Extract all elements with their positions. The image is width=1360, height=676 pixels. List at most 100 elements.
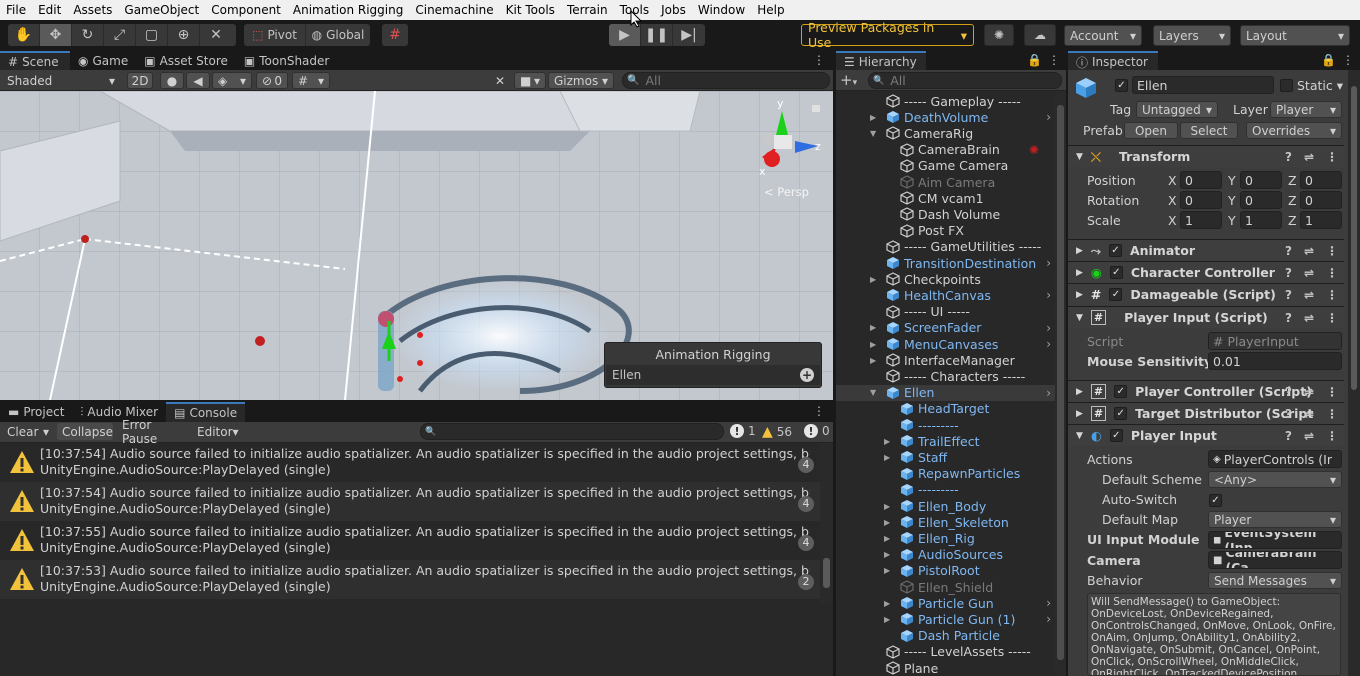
component-checkbox[interactable]: ✓ bbox=[1109, 429, 1123, 442]
hierarchy-item[interactable]: ▶ MenuCanvases › bbox=[836, 336, 1055, 352]
grid-snap-button[interactable]: # bbox=[382, 24, 408, 46]
effects-dropdown[interactable]: ◈ ▾ bbox=[212, 72, 252, 89]
more-icon[interactable]: ⋮ bbox=[1326, 244, 1338, 258]
hierarchy-item[interactable]: ▶ TrailEffect bbox=[836, 433, 1055, 449]
add-icon[interactable]: + bbox=[800, 368, 814, 382]
tab-project[interactable]: ▬ Project bbox=[0, 402, 72, 422]
pivot-button[interactable]: ⬚ Pivot bbox=[244, 24, 306, 46]
actions-field[interactable]: ◈ PlayerControls (Ir bbox=[1208, 450, 1342, 468]
hierarchy-item[interactable]: ▶ Particle Gun (1) › bbox=[836, 611, 1055, 627]
hierarchy-item[interactable]: ▶ Ellen_Skeleton bbox=[836, 514, 1055, 530]
component-checkbox[interactable]: ✓ bbox=[1109, 288, 1123, 301]
hierarchy-item[interactable]: CameraBrain ✺ bbox=[836, 142, 1055, 158]
scene-viewport[interactable]: y z x < Persp Animation Rigging Ellen + bbox=[0, 91, 833, 400]
hierarchy-item[interactable]: Dash Volume bbox=[836, 206, 1055, 222]
default-scheme-dropdown[interactable]: <Any> ▾ bbox=[1208, 471, 1342, 488]
hierarchy-item[interactable]: ▶ ScreenFader › bbox=[836, 320, 1055, 336]
editor-dropdown[interactable]: Editor ▾ bbox=[192, 423, 240, 440]
fold-right-icon[interactable]: ▶ bbox=[884, 599, 890, 608]
hidden-objects-toggle[interactable]: ⊘ 0 bbox=[256, 72, 288, 89]
transform-rotation-z-input[interactable]: 0 bbox=[1300, 191, 1342, 209]
more-icon[interactable]: ⋮ bbox=[813, 53, 825, 67]
hierarchy-item[interactable]: Aim Camera bbox=[836, 174, 1055, 190]
chevron-right-icon[interactable]: › bbox=[1046, 288, 1051, 302]
clear-dropdown[interactable]: Clear ▾ bbox=[2, 423, 54, 440]
hierarchy-item[interactable]: HeadTarget bbox=[836, 401, 1055, 417]
chevron-right-icon[interactable]: › bbox=[1046, 612, 1051, 626]
help-icon[interactable]: ? bbox=[1285, 407, 1292, 421]
transform-rotation-x-input[interactable]: 0 bbox=[1180, 191, 1222, 209]
console-entry[interactable]: [10:37:54] Audio source failed to initia… bbox=[0, 443, 820, 482]
hierarchy-search-input[interactable]: 🔍 All bbox=[868, 72, 1062, 89]
player-controller-header[interactable]: ▶ # ✓ Player Controller (Script) ? ⇌ ⋮ bbox=[1068, 380, 1344, 402]
hierarchy-item[interactable]: ▼ Ellen › bbox=[836, 384, 1055, 401]
hierarchy-item[interactable]: Dash Particle bbox=[836, 628, 1055, 644]
axis-x-label[interactable]: X bbox=[1168, 193, 1177, 208]
scrollbar-thumb[interactable] bbox=[1057, 105, 1064, 660]
hierarchy-item[interactable]: ▶ PistolRoot bbox=[836, 563, 1055, 579]
fold-right-icon[interactable]: ▶ bbox=[870, 340, 876, 349]
static-dropdown[interactable]: Static ▾ bbox=[1297, 78, 1343, 93]
component-checkbox[interactable]: ✓ bbox=[1114, 385, 1128, 398]
menu-item[interactable]: Terrain bbox=[561, 3, 614, 17]
tab-inspector[interactable]: ⓘ Inspector bbox=[1068, 51, 1158, 71]
console-search-input[interactable]: 🔍 bbox=[420, 423, 724, 440]
tab-scene[interactable]: # Scene bbox=[0, 51, 70, 71]
hierarchy-item[interactable]: Game Camera bbox=[836, 158, 1055, 174]
chevron-right-icon[interactable]: › bbox=[1046, 596, 1051, 610]
hierarchy-item[interactable]: ▶ Checkpoints bbox=[836, 271, 1055, 287]
gizmos-dropdown[interactable]: Gizmos ▾ bbox=[548, 72, 614, 89]
transform-rotation-y-input[interactable]: 0 bbox=[1240, 191, 1282, 209]
scene-search-input[interactable]: 🔍 All bbox=[622, 72, 830, 89]
help-icon[interactable]: ? bbox=[1285, 311, 1292, 325]
info-count-toggle[interactable]: ! 0 bbox=[804, 424, 830, 438]
help-icon[interactable]: ? bbox=[1285, 288, 1292, 302]
warning-count-toggle[interactable]: ▲ 56 bbox=[762, 424, 792, 440]
audio-toggle[interactable]: ◀ bbox=[186, 72, 210, 89]
hierarchy-item[interactable]: --------- bbox=[836, 417, 1055, 433]
hierarchy-item[interactable]: ▶ Staff bbox=[836, 449, 1055, 465]
axis-z-label[interactable]: Z bbox=[1288, 193, 1297, 208]
transform-scale-x-input[interactable]: 1 bbox=[1180, 211, 1222, 229]
hierarchy-item[interactable]: ▶ AudioSources bbox=[836, 547, 1055, 563]
tab-hierarchy[interactable]: ☰ Hierarchy bbox=[836, 51, 926, 71]
hierarchy-item[interactable]: --------- bbox=[836, 482, 1055, 498]
fold-right-icon[interactable]: ▶ bbox=[884, 453, 890, 462]
move-tool-icon[interactable]: ✥ bbox=[40, 24, 72, 46]
hierarchy-item[interactable]: Post FX bbox=[836, 223, 1055, 239]
tag-dropdown[interactable]: Untagged ▾ bbox=[1136, 101, 1218, 118]
menu-item[interactable]: Component bbox=[205, 3, 287, 17]
axis-y-label[interactable]: Y bbox=[1228, 173, 1236, 188]
rect-tool-icon[interactable]: ▢ bbox=[136, 24, 168, 46]
add-object-button[interactable]: +▾ bbox=[840, 71, 857, 89]
overlay-item[interactable]: Ellen + bbox=[606, 365, 820, 385]
component-header[interactable]: ▶ # ✓ Damageable (Script) ? ⇌ ⋮ bbox=[1068, 283, 1344, 305]
console-entry[interactable]: [10:37:54] Audio source failed to initia… bbox=[0, 482, 820, 521]
target-distributor-header[interactable]: ▶ # ✓ Target Distributor (Script ? ⇌ ⋮ bbox=[1068, 402, 1344, 424]
menu-item[interactable]: File bbox=[0, 3, 32, 17]
collapse-toggle[interactable]: Collapse bbox=[57, 423, 113, 440]
fold-right-icon[interactable]: ▶ bbox=[870, 323, 876, 332]
transform-position-x-input[interactable]: 0 bbox=[1180, 171, 1222, 189]
preview-packages-button[interactable]: Preview Packages in Use ▾ bbox=[801, 20, 974, 50]
global-button[interactable]: ◍ Global bbox=[306, 24, 370, 46]
fold-right-icon[interactable]: ▶ bbox=[870, 113, 876, 122]
lock-icon[interactable]: 🔒 bbox=[1321, 53, 1336, 67]
help-icon[interactable]: ? bbox=[1285, 266, 1292, 280]
lighting-toggle[interactable]: ● bbox=[160, 72, 184, 89]
behavior-dropdown[interactable]: Send Messages ▾ bbox=[1208, 572, 1342, 589]
scale-tool-icon[interactable]: ⤢ bbox=[104, 24, 136, 46]
axis-y-label[interactable]: Y bbox=[1228, 213, 1236, 228]
axis-z-label[interactable]: Z bbox=[1288, 173, 1297, 188]
scrollbar-thumb[interactable] bbox=[823, 558, 830, 588]
console-scrollbar[interactable] bbox=[820, 443, 833, 603]
tools-button[interactable]: ✕ bbox=[488, 72, 512, 89]
fold-right-icon[interactable]: ▶ bbox=[884, 550, 890, 559]
component-header[interactable]: ▶ ⤳ ✓ Animator ? ⇌ ⋮ bbox=[1068, 239, 1344, 261]
player-input-script-header[interactable]: ▼ # Player Input (Script) ? ⇌ ⋮ bbox=[1068, 306, 1344, 328]
preset-icon[interactable]: ⇌ bbox=[1304, 150, 1314, 164]
preset-icon[interactable]: ⇌ bbox=[1304, 385, 1314, 399]
more-icon[interactable]: ⋮ bbox=[1048, 53, 1060, 67]
custom-tool-icon[interactable]: ✕ bbox=[200, 24, 232, 46]
auto-switch-checkbox[interactable]: ✓ bbox=[1209, 494, 1222, 507]
